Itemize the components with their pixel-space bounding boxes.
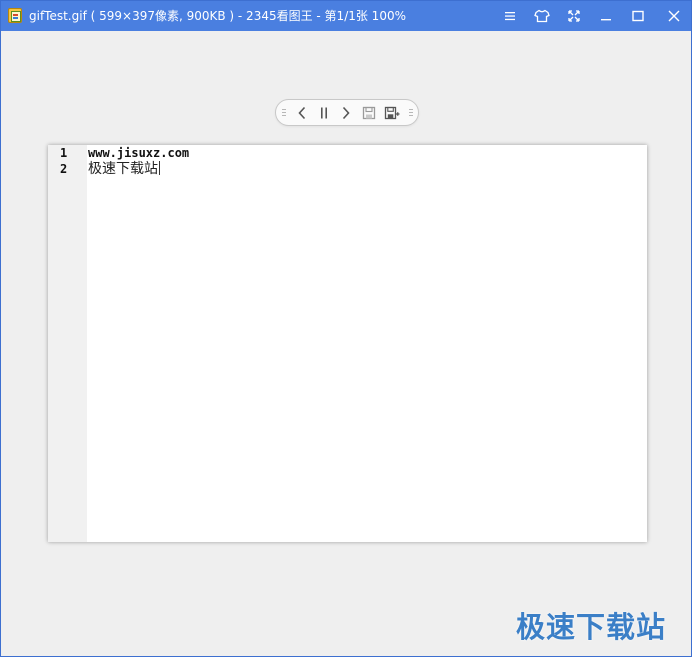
pause-icon bbox=[321, 107, 327, 119]
menu-button[interactable] bbox=[501, 7, 519, 25]
toolbar-grip-right[interactable] bbox=[409, 109, 413, 117]
text-line-content: 极速下载站 bbox=[88, 161, 158, 177]
save-icon bbox=[362, 106, 376, 120]
pause-button[interactable] bbox=[315, 104, 333, 122]
text-line-site-name: 极速下载站 bbox=[88, 160, 160, 178]
skin-button[interactable] bbox=[533, 7, 551, 25]
maximize-button[interactable] bbox=[629, 7, 647, 25]
app-logo-icon bbox=[8, 8, 22, 23]
minimize-icon bbox=[601, 19, 611, 21]
playback-toolbar bbox=[275, 99, 419, 126]
window-title: gifTest.gif ( 599×397像素, 900KB ) - 2345看… bbox=[29, 9, 406, 23]
line-number: 1 bbox=[60, 146, 68, 160]
toolbar-grip-left[interactable] bbox=[282, 109, 286, 117]
maximize-icon bbox=[632, 10, 644, 22]
chevron-left-icon bbox=[298, 106, 306, 120]
close-icon bbox=[668, 10, 680, 22]
watermark-logo: 极速下载站 bbox=[516, 610, 667, 644]
chevron-right-icon bbox=[342, 106, 350, 120]
save-all-frames-button[interactable] bbox=[383, 104, 401, 122]
menu-icon bbox=[505, 12, 515, 21]
minimize-button[interactable] bbox=[597, 7, 615, 25]
fullscreen-button[interactable] bbox=[565, 7, 583, 25]
image-canvas[interactable]: 1 2 www.jisuxz.com 极速下载站 bbox=[48, 145, 647, 542]
title-bar[interactable]: gifTest.gif ( 599×397像素, 900KB ) - 2345看… bbox=[1, 1, 691, 31]
previous-button[interactable] bbox=[293, 104, 311, 122]
text-line-url: www.jisuxz.com bbox=[88, 146, 190, 160]
line-number-gutter: 1 2 bbox=[48, 145, 87, 542]
next-button[interactable] bbox=[337, 104, 355, 122]
close-button[interactable] bbox=[665, 7, 683, 25]
tshirt-icon bbox=[534, 9, 550, 23]
fullscreen-icon bbox=[568, 10, 580, 22]
save-all-icon bbox=[384, 106, 400, 120]
line-number: 2 bbox=[60, 162, 68, 176]
save-frame-button[interactable] bbox=[360, 104, 378, 122]
viewer-window: gifTest.gif ( 599×397像素, 900KB ) - 2345看… bbox=[0, 0, 692, 657]
text-cursor bbox=[159, 161, 160, 175]
